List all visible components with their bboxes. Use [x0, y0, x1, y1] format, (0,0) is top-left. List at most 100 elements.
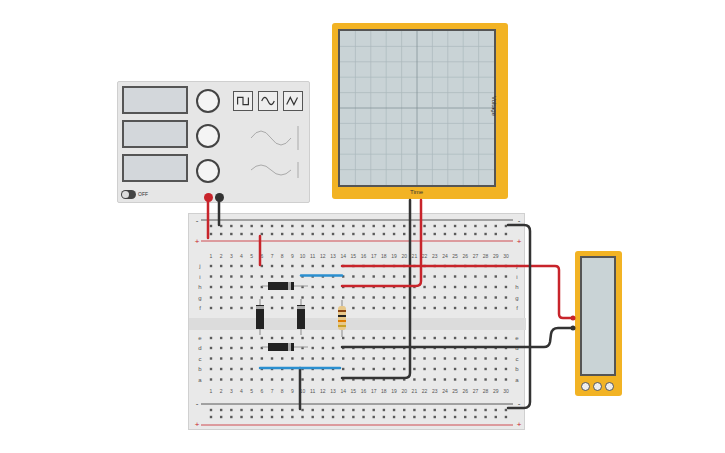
- rail-sign: -: [196, 216, 199, 225]
- column-number: 26: [462, 388, 468, 394]
- row-letter: f: [516, 305, 518, 311]
- row-letter: b: [198, 366, 202, 372]
- oscilloscope-screen: [338, 29, 496, 187]
- column-number: 30: [503, 253, 509, 259]
- generator-knob[interactable]: [196, 124, 220, 148]
- wire[interactable]: [342, 200, 410, 378]
- wire[interactable]: [207, 196, 210, 238]
- rail-sign: -: [196, 399, 199, 408]
- column-number: 1: [210, 388, 213, 394]
- diode-icon[interactable]: [297, 299, 305, 335]
- column-number: 6: [260, 388, 263, 394]
- diode-icon[interactable]: [256, 299, 264, 335]
- column-number: 22: [422, 388, 428, 394]
- wire[interactable]: [342, 200, 421, 286]
- column-number: 2: [220, 253, 223, 259]
- resistor-icon[interactable]: [338, 300, 346, 337]
- waveform-button-icon[interactable]: [258, 91, 278, 111]
- generator-knob[interactable]: [196, 159, 220, 183]
- column-number: 7: [271, 388, 274, 394]
- column-number: 21: [412, 388, 418, 394]
- rail-sign: +: [195, 237, 200, 246]
- multimeter-display: [580, 256, 616, 376]
- oscilloscope[interactable]: VoltageTime: [332, 23, 508, 199]
- power-switch[interactable]: OFF: [121, 190, 148, 199]
- rail-sign: +: [195, 420, 200, 429]
- row-letter: j: [515, 263, 517, 269]
- wire[interactable]: [508, 225, 530, 408]
- row-letter: b: [515, 366, 519, 372]
- waveform-button-icon[interactable]: [283, 91, 303, 111]
- row-letter: g: [515, 295, 518, 301]
- wire[interactable]: [259, 236, 262, 265]
- column-number: 10: [300, 253, 306, 259]
- wire[interactable]: [299, 368, 302, 409]
- column-number: 16: [361, 253, 367, 259]
- column-number: 13: [330, 388, 336, 394]
- mode-button[interactable]: [605, 382, 614, 391]
- column-number: 15: [351, 253, 357, 259]
- column-number: 20: [401, 388, 407, 394]
- column-number: 18: [381, 253, 387, 259]
- column-number: 30: [503, 388, 509, 394]
- waveform-button-icon[interactable]: [233, 91, 253, 111]
- row-letter: c: [199, 356, 202, 362]
- wire[interactable]: [218, 196, 221, 225]
- column-number: 29: [493, 253, 499, 259]
- column-number: 10: [300, 388, 306, 394]
- mode-button[interactable]: [581, 382, 590, 391]
- row-letter: c: [516, 356, 519, 362]
- column-number: 22: [422, 253, 428, 259]
- row-letter: h: [515, 284, 518, 290]
- column-number: 1: [210, 253, 213, 259]
- row-letter: e: [515, 335, 519, 341]
- wire[interactable]: [260, 367, 340, 370]
- column-number: 14: [340, 388, 346, 394]
- column-number: 24: [442, 253, 448, 259]
- generator-display: [122, 154, 188, 182]
- row-letter: a: [198, 377, 202, 383]
- row-letter: f: [199, 305, 201, 311]
- column-number: 27: [473, 253, 479, 259]
- rail-sign: +: [517, 237, 522, 246]
- generator-display: [122, 86, 188, 114]
- column-number: 17: [371, 388, 377, 394]
- negative-terminal[interactable]: [215, 193, 224, 202]
- generator-display: [122, 120, 188, 148]
- column-number: 28: [483, 388, 489, 394]
- row-letter: e: [198, 335, 202, 341]
- rail-sign: -: [518, 216, 521, 225]
- wire[interactable]: [342, 266, 573, 318]
- column-number: 9: [291, 388, 294, 394]
- waveform-diagram-icon: [246, 122, 306, 182]
- column-number: 13: [330, 253, 336, 259]
- mode-button[interactable]: [593, 382, 602, 391]
- breadboard-grid: -+-+-+-+11223344556677889910101111121213…: [189, 214, 526, 431]
- breadboard[interactable]: -+-+-+-+11223344556677889910101111121213…: [188, 213, 525, 430]
- column-number: 2: [220, 388, 223, 394]
- column-number: 12: [320, 388, 326, 394]
- column-number: 14: [340, 253, 346, 259]
- column-number: 29: [493, 388, 499, 394]
- row-letter: g: [198, 295, 201, 301]
- positive-terminal[interactable]: [204, 193, 213, 202]
- diode-icon[interactable]: [262, 343, 308, 351]
- column-number: 3: [230, 253, 233, 259]
- row-letter: j: [198, 263, 200, 269]
- multimeter[interactable]: [575, 251, 622, 396]
- column-number: 6: [260, 253, 263, 259]
- wire[interactable]: [342, 328, 573, 347]
- generator-knob[interactable]: [196, 89, 220, 113]
- column-number: 20: [401, 253, 407, 259]
- function-generator[interactable]: OFF: [117, 81, 310, 203]
- circuit-canvas: OFFVoltageTime-+-+-+-+112233445566778899…: [0, 0, 725, 453]
- diode-icon[interactable]: [262, 282, 308, 290]
- y-axis-label: Voltage: [491, 96, 497, 116]
- rail-sign: +: [517, 420, 522, 429]
- column-number: 11: [310, 388, 315, 394]
- column-number: 15: [351, 388, 357, 394]
- wire[interactable]: [301, 274, 342, 277]
- row-letter: i: [516, 274, 517, 280]
- column-number: 26: [462, 253, 468, 259]
- column-number: 4: [240, 253, 243, 259]
